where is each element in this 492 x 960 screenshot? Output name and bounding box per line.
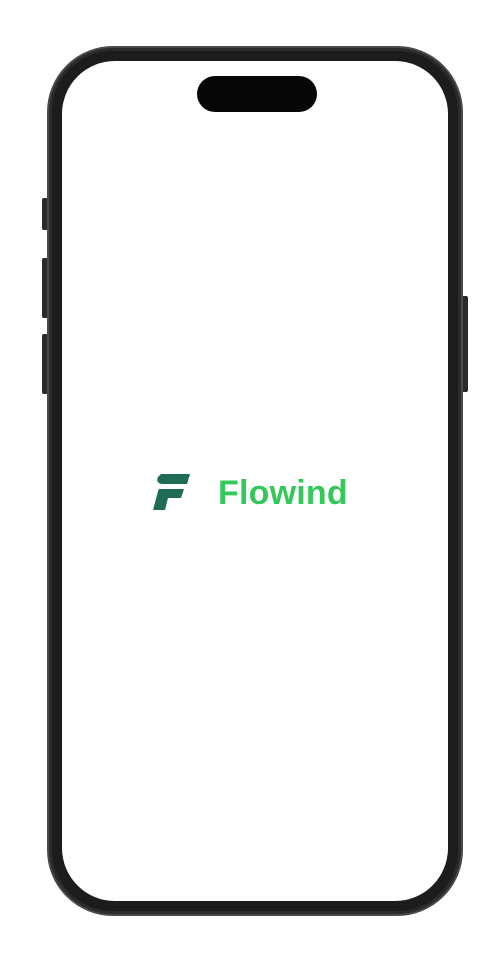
flowind-logo-icon [153,474,190,510]
dynamic-island [197,76,317,112]
brand-lockup: Flowind [150,461,348,525]
brand-name: Flowind [218,474,348,512]
